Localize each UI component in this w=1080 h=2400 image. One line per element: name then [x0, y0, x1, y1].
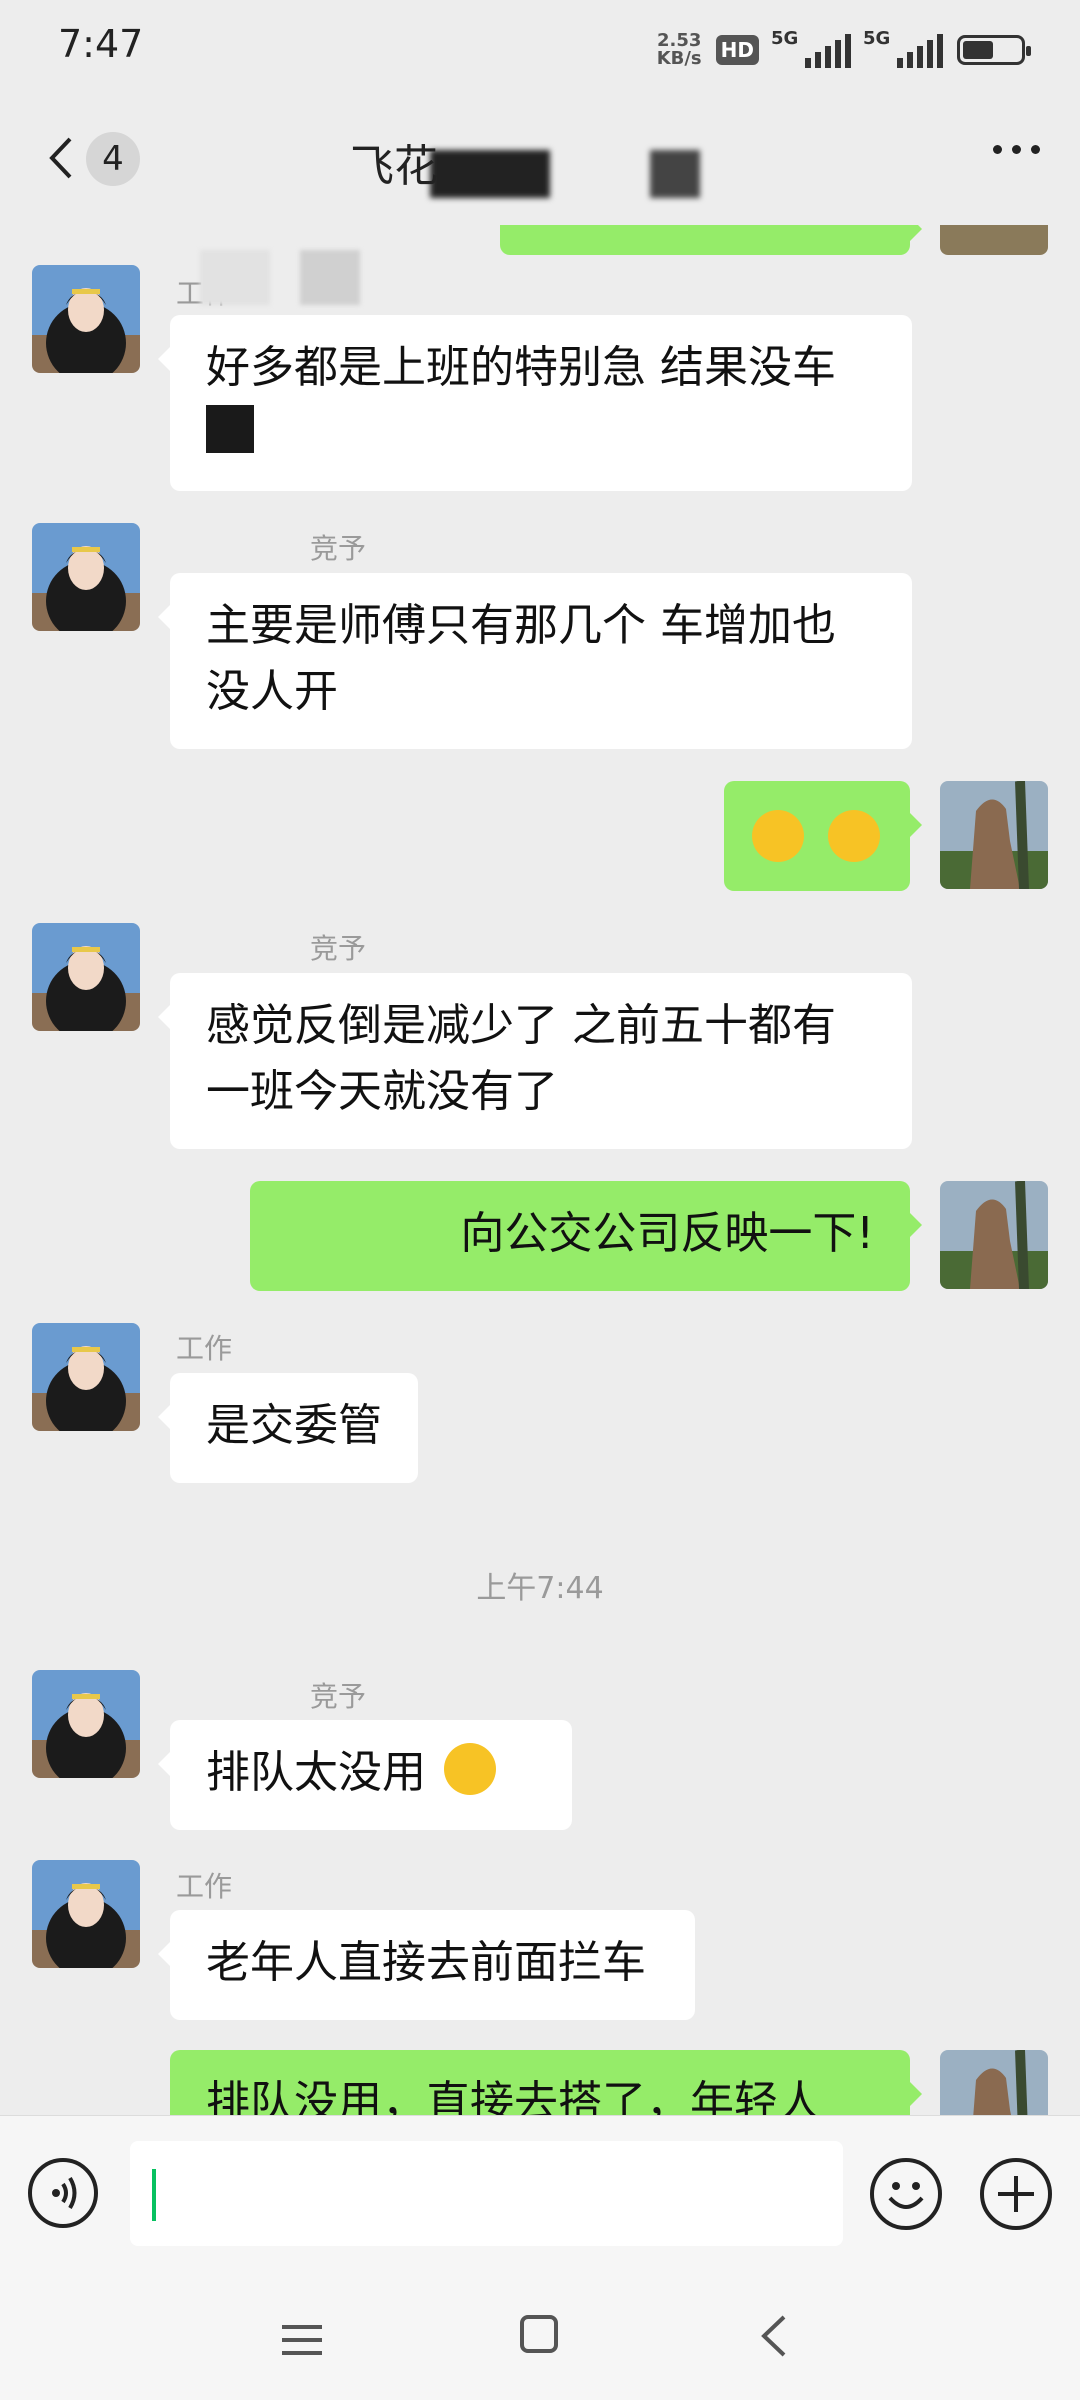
sender-name: 竞予	[310, 532, 367, 565]
signal-icon-2: 5G	[863, 28, 943, 68]
message-bubble[interactable]: 是交委管	[158, 1373, 418, 1483]
unread-count-badge: 4	[86, 132, 140, 186]
redacted-title	[430, 150, 550, 198]
back-arrow-icon[interactable]	[40, 133, 90, 183]
crying-face-icon	[444, 1743, 496, 1795]
status-bar: 7:47 2.53 KB/s HD 5G 5G	[0, 0, 1080, 95]
message-bubble[interactable]: 老年人直接去前面拦车	[158, 1910, 695, 2020]
redacted-title-2	[650, 150, 700, 198]
sender-name: 竞予	[310, 932, 367, 965]
menu-icon[interactable]	[282, 2325, 322, 2364]
chat-header: 4 飞花	[0, 95, 1080, 225]
message-bubble[interactable]: 排队太没用	[158, 1720, 572, 1830]
contact-avatar[interactable]	[32, 923, 140, 1031]
voice-input-icon[interactable]	[28, 2158, 98, 2228]
message-bubble[interactable]: 好多都是上班的特别急 结果没车	[158, 315, 912, 491]
message-bubble-emoji[interactable]	[724, 781, 922, 891]
my-avatar[interactable]	[940, 1181, 1048, 1289]
emoji-icon[interactable]	[870, 2158, 942, 2230]
redacted-name	[200, 250, 270, 305]
contact-avatar[interactable]	[32, 1670, 140, 1778]
message-bubble[interactable]: 主要是师傅只有那几个 车增加也 没人开	[158, 573, 912, 749]
contact-avatar[interactable]	[32, 1860, 140, 1968]
redacted-content	[206, 405, 254, 453]
system-nav-bar	[0, 2275, 1080, 2400]
status-time: 7:47	[58, 22, 144, 66]
message-input[interactable]	[130, 2141, 843, 2246]
contact-avatar[interactable]	[32, 265, 140, 373]
status-icons: 2.53 KB/s HD 5G 5G	[656, 28, 1031, 72]
message-timestamp: 上午7:44	[476, 1571, 604, 1606]
my-avatar[interactable]	[940, 781, 1048, 889]
chat-title: 飞花	[350, 141, 438, 192]
contact-avatar[interactable]	[32, 1323, 140, 1431]
sender-name: 竞予	[310, 1680, 367, 1713]
face-with-tears-of-joy-icon	[752, 810, 804, 862]
message-list[interactable]: 工作 好多都是上班的特别急 结果没车 竞予 主要是师傅只有那几个 车增加也 没人…	[0, 225, 1080, 2115]
message-bubble[interactable]: 感觉反倒是减少了 之前五十都有 一班今天就没有了	[158, 973, 912, 1149]
hd-icon: HD	[715, 35, 759, 65]
my-avatar-partial[interactable]	[940, 225, 1048, 255]
redacted-name-2	[300, 250, 360, 305]
network-speed: 2.53 KB/s	[656, 30, 702, 69]
message-bubble[interactable]: 向公交公司反映一下!	[250, 1181, 922, 1291]
plus-icon[interactable]	[980, 2158, 1052, 2230]
contact-avatar[interactable]	[32, 523, 140, 631]
input-bar	[0, 2115, 1080, 2276]
my-avatar[interactable]	[940, 2050, 1048, 2115]
text-caret	[152, 2169, 156, 2221]
home-icon[interactable]	[520, 2315, 558, 2353]
more-options-icon[interactable]	[993, 145, 1040, 154]
message-bubble-partial[interactable]	[500, 225, 922, 255]
sender-name: 工作	[176, 1870, 233, 1903]
message-bubble[interactable]: 排队没用，直接去搭了，年轻人	[170, 2050, 922, 2115]
battery-icon	[957, 35, 1031, 65]
nav-back-icon[interactable]	[758, 2313, 788, 2359]
sender-name: 工作	[176, 1332, 233, 1365]
grinning-face-icon	[828, 810, 880, 862]
signal-icon: 5G	[771, 28, 851, 68]
